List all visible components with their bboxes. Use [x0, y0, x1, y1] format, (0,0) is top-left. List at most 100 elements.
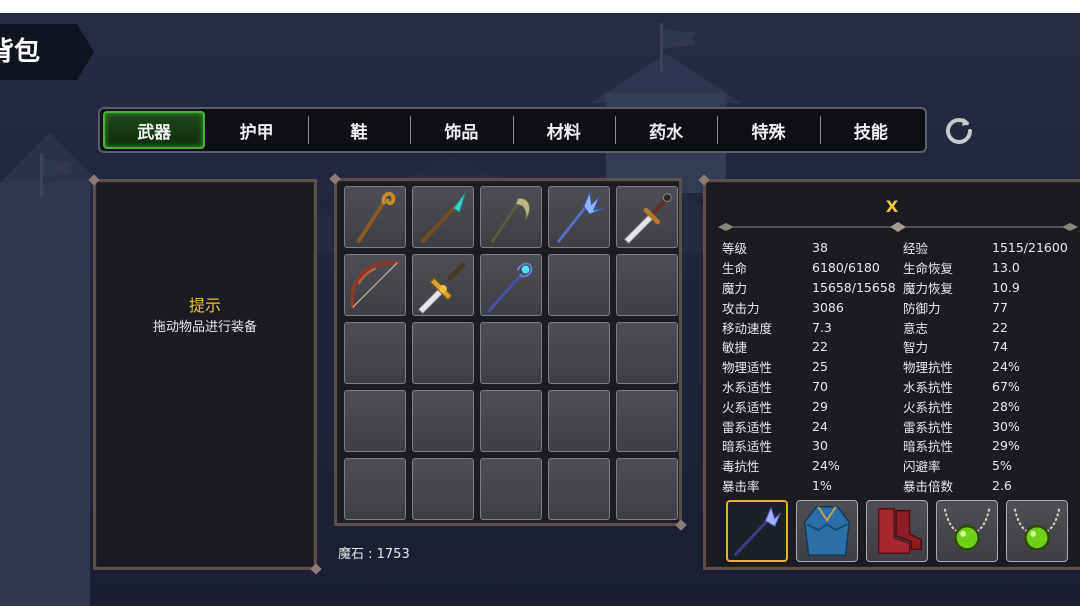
longbow-icon — [350, 260, 400, 310]
inventory-slot[interactable] — [616, 390, 678, 452]
crystal-spear-icon — [420, 192, 466, 244]
equip-slot-armor[interactable] — [796, 500, 858, 562]
stat-value: 22 — [992, 319, 1008, 335]
tab-potions[interactable]: 药水 — [614, 111, 717, 149]
stat-value: 25 — [812, 359, 828, 375]
inventory-slot[interactable] — [344, 322, 406, 384]
inventory-slot[interactable] — [548, 186, 610, 248]
inventory-slot[interactable] — [412, 322, 474, 384]
stat-row: 物理适性 25 物理抗性 24% — [722, 357, 1080, 377]
page-title: 背包 — [0, 37, 41, 67]
stat-label: 火系抗性 — [903, 399, 954, 415]
stat-row: 魔力 15658/15658 魔力恢复 10.9 — [722, 278, 1080, 298]
equip-slot-boots[interactable] — [866, 500, 928, 562]
inventory-panel — [334, 178, 682, 526]
equipment-slots — [726, 500, 1068, 562]
inventory-slot[interactable] — [480, 254, 542, 316]
stat-value: 30 — [812, 438, 828, 454]
stat-value: 24% — [992, 359, 1020, 375]
equip-slot-accessory-1[interactable] — [936, 500, 998, 562]
stat-value: 70 — [812, 378, 828, 394]
tab-accessories[interactable]: 饰品 — [410, 111, 512, 149]
stat-value: 22 — [812, 339, 828, 355]
tab-special[interactable]: 特殊 — [717, 111, 819, 149]
stat-label: 智力 — [903, 340, 929, 356]
inventory-slot[interactable] — [412, 186, 474, 248]
stat-label: 暴击倍数 — [903, 478, 954, 494]
stat-value: 5% — [992, 458, 1012, 474]
game-screen: 背包 武器 护甲 鞋 饰品 材料 药水 特殊 技能 提示 拖动物品进行装备 魔石… — [0, 13, 1080, 606]
stat-value: 77 — [992, 299, 1008, 315]
stat-label: 魔力恢复 — [903, 280, 954, 296]
stat-label: 生命恢复 — [903, 261, 954, 277]
tab-weapons[interactable]: 武器 — [103, 111, 206, 149]
stat-value: 24% — [812, 458, 840, 474]
stats-table: 等级 38 经验 1515/21600 生命 6180/6180 生命恢复 13… — [722, 238, 1080, 495]
inventory-slot[interactable] — [548, 254, 610, 316]
inventory-slot[interactable] — [480, 322, 542, 384]
stat-label: 暗系适性 — [722, 439, 773, 455]
tab-materials[interactable]: 材料 — [512, 111, 615, 149]
inventory-slot[interactable] — [412, 390, 474, 452]
inventory-grid — [344, 186, 679, 520]
character-panel: X 等级 38 经验 1515/21600 生命 6180/6180 生命恢复 … — [703, 179, 1080, 570]
stat-value: 15658/15658 — [812, 279, 896, 295]
stat-value: 30% — [992, 418, 1020, 434]
inventory-slot[interactable] — [548, 458, 610, 520]
scythe-icon — [491, 198, 531, 243]
inventory-slot[interactable] — [480, 458, 542, 520]
red-boots-icon — [877, 508, 922, 554]
stat-row: 雷系适性 24 雷系抗性 30% — [722, 416, 1080, 436]
inventory-slot[interactable] — [548, 322, 610, 384]
inventory-slot[interactable] — [616, 254, 678, 316]
inventory-slot[interactable] — [480, 390, 542, 452]
stat-row: 生命 6180/6180 生命恢复 13.0 — [722, 258, 1080, 278]
inventory-slot[interactable] — [480, 186, 542, 248]
stat-label: 暴击率 — [722, 478, 760, 494]
crook-staff-icon — [356, 191, 396, 244]
stat-label: 物理适性 — [722, 360, 773, 376]
stat-row: 攻击力 3086 防御力 77 — [722, 297, 1080, 317]
stat-value: 24 — [812, 418, 828, 434]
tab-skills[interactable]: 技能 — [819, 111, 922, 149]
green-gem-necklace-icon — [943, 508, 991, 551]
inventory-slot[interactable] — [344, 186, 406, 248]
stat-label: 移动速度 — [722, 320, 773, 336]
equip-slot-weapon[interactable] — [726, 500, 788, 562]
equip-slot-accessory-2[interactable] — [1006, 500, 1068, 562]
blue-robe-icon — [803, 506, 851, 556]
ice-spear-icon — [734, 506, 781, 556]
stat-row: 暴击率 1% 暴击倍数 2.6 — [722, 476, 1080, 496]
stat-value: 10.9 — [992, 279, 1020, 295]
stat-label: 水系适性 — [722, 379, 773, 395]
stat-label: 经验 — [903, 241, 929, 257]
background-tower — [0, 183, 90, 606]
stat-row: 暗系适性 30 暗系抗性 29% — [722, 436, 1080, 456]
hint-text: 拖动物品进行装备 — [152, 320, 257, 335]
stat-label: 敏捷 — [722, 340, 748, 356]
hint-title: 提示 — [188, 296, 221, 315]
inventory-slot[interactable] — [616, 458, 678, 520]
top-edge — [0, 0, 1080, 13]
inventory-slot[interactable] — [616, 186, 678, 248]
stat-row: 水系适性 70 水系抗性 67% — [722, 377, 1080, 397]
inventory-slot[interactable] — [616, 322, 678, 384]
inventory-slot[interactable] — [412, 254, 474, 316]
hint-panel: 提示 拖动物品进行装备 — [93, 179, 317, 570]
stat-label: 闪避率 — [903, 459, 941, 475]
stat-label: 雷系抗性 — [903, 419, 954, 435]
refresh-button[interactable] — [940, 112, 978, 150]
inventory-slot[interactable] — [548, 390, 610, 452]
stat-label: 攻击力 — [722, 300, 760, 316]
stat-row: 等级 38 经验 1515/21600 — [722, 238, 1080, 258]
inventory-slot[interactable] — [344, 390, 406, 452]
inventory-slot[interactable] — [344, 458, 406, 520]
background-flag — [663, 29, 697, 49]
tab-shoes[interactable]: 鞋 — [307, 111, 410, 149]
tab-armor[interactable]: 护甲 — [205, 111, 307, 149]
stat-label: 雷系适性 — [722, 419, 773, 435]
inventory-slot[interactable] — [344, 254, 406, 316]
character-name: X — [885, 197, 899, 216]
inventory-slot[interactable] — [412, 458, 474, 520]
stat-label: 防御力 — [903, 300, 941, 316]
